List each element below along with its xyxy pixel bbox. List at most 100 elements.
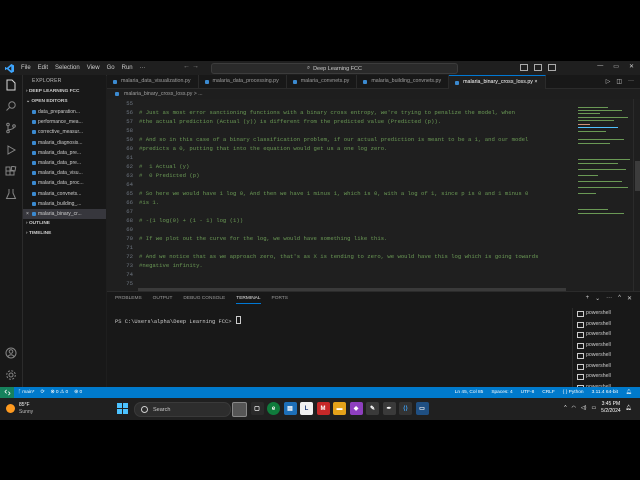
breadcrumb[interactable]: malaria_binary_cross_loss.py > ... [107, 89, 203, 99]
testing-icon[interactable] [5, 188, 17, 200]
workspace-section[interactable]: › DEEP LEARNING FCC [23, 87, 106, 97]
pen-tool-icon[interactable]: ✒ [382, 402, 396, 415]
split-editor-icon[interactable]: ◫ [616, 78, 622, 85]
menu-selection[interactable]: Selection [55, 65, 80, 71]
edge-browser-icon[interactable]: e [267, 402, 280, 415]
menu-more[interactable]: ··· [140, 65, 146, 71]
toggle-sidebar-icon[interactable] [520, 64, 528, 71]
timeline-section[interactable]: › TIMELINE [23, 229, 106, 239]
start-button-icon[interactable] [117, 403, 128, 414]
chevron-up-icon[interactable]: ^ [564, 405, 566, 411]
notification-bell-icon[interactable]: 🔔︎ [626, 405, 632, 411]
tab-malaria-data-processing[interactable]: malaria_data_processing.py [199, 75, 287, 88]
more-actions-icon[interactable]: ··· [606, 295, 612, 302]
close-tab-icon[interactable]: × [534, 79, 537, 85]
minimap[interactable] [575, 99, 633, 291]
end-of-line[interactable]: CRLF [542, 387, 555, 398]
file-explorer-icon[interactable]: ▬ [333, 402, 346, 415]
open-editor-item[interactable]: performance_mea... [23, 117, 106, 127]
tab-terminal[interactable]: TERMINAL [236, 296, 261, 304]
maximize-icon[interactable]: ▭ [613, 63, 619, 70]
purple-app-icon[interactable]: ◆ [349, 402, 363, 415]
maximize-panel-icon[interactable]: ^ [618, 295, 621, 302]
toggle-secondary-sidebar-icon[interactable] [548, 64, 556, 71]
terminal-instance[interactable]: powershell [577, 340, 611, 351]
settings-gear-icon[interactable] [5, 369, 17, 381]
search-icon[interactable] [5, 100, 17, 112]
wifi-icon[interactable]: ◠ [572, 405, 576, 411]
notifications-bell-icon[interactable]: 🔔︎ [626, 387, 632, 398]
open-editor-item[interactable]: malaria_data_pre... [23, 158, 106, 168]
pen-app-icon[interactable]: ✎ [366, 402, 379, 415]
open-editor-item[interactable]: malaria_convnets... [23, 189, 106, 199]
open-editor-item[interactable]: malaria_data_pre... [23, 148, 106, 158]
back-arrow-icon[interactable]: ← [183, 63, 190, 70]
l-app-icon[interactable]: L [300, 402, 313, 415]
open-editors-section[interactable]: ⌄ OPEN EDITORS [23, 97, 106, 107]
command-center-search[interactable]: ⌕ Deep Learning FCC [211, 63, 458, 74]
indentation[interactable]: Spaces: 4 [491, 387, 512, 398]
mcafee-icon[interactable]: M [316, 402, 330, 415]
run-python-icon[interactable]: ▷ [606, 78, 611, 85]
code-editor[interactable]: 55 56 # Just as most error sanctioning fu… [107, 99, 575, 291]
tab-malaria-binary-cross-loss[interactable]: malaria_binary_cross_loss.py × [449, 75, 546, 89]
tab-malaria-data-visualization[interactable]: malaria_data_visualization.py [107, 75, 199, 88]
tab-problems[interactable]: PROBLEMS [115, 296, 142, 304]
forward-arrow-icon[interactable]: → [192, 63, 199, 70]
terminal-instance[interactable]: powershell [577, 319, 611, 330]
tab-debug-console[interactable]: DEBUG CONSOLE [183, 296, 225, 304]
chevron-down-icon[interactable]: ⌄ [595, 295, 600, 302]
more-actions-icon[interactable]: ··· [628, 78, 634, 85]
encoding[interactable]: UTF-8 [521, 387, 535, 398]
ports-status[interactable]: ⊛ 0 [74, 387, 82, 398]
cursor-position[interactable]: Ln 45, Col 85 [455, 387, 484, 398]
close-editor-icon[interactable]: × [26, 209, 29, 219]
open-editor-item[interactable]: malaria_diagnosis... [23, 138, 106, 148]
language-mode[interactable]: { } Python [563, 387, 584, 398]
scrollbar-thumb[interactable] [635, 161, 640, 191]
python-interpreter[interactable]: 3.11.4 64-bit [592, 387, 618, 398]
branch-status[interactable]: ᚴ main* [18, 387, 34, 398]
menu-file[interactable]: File [21, 65, 31, 71]
extensions-icon[interactable] [5, 166, 17, 178]
sync-icon[interactable]: ⟳ [40, 387, 44, 398]
tab-ports[interactable]: PORTS [272, 296, 288, 304]
remote-indicator-icon[interactable] [0, 387, 14, 398]
menu-go[interactable]: Go [107, 65, 115, 71]
open-editor-item-active[interactable]: × malaria_binary_cr... [23, 208, 106, 220]
volume-icon[interactable]: ◁) [581, 405, 587, 411]
open-editor-item[interactable]: malaria_building_... [23, 199, 106, 209]
weather-widget[interactable]: 85°F Sunny [6, 402, 33, 415]
minimize-icon[interactable]: — [597, 63, 603, 70]
tab-malaria-building-convnets[interactable]: malaria_building_convnets.py [357, 75, 450, 88]
tab-malaria-convnets[interactable]: malaria_convnets.py [287, 75, 358, 88]
outline-section[interactable]: › OUTLINE [23, 219, 106, 229]
run-debug-icon[interactable] [5, 144, 17, 156]
terminal-instance[interactable]: powershell [577, 371, 611, 382]
toggle-panel-icon[interactable] [534, 64, 542, 71]
battery-icon[interactable]: ▭ [591, 405, 596, 411]
terminal-output[interactable]: PS C:\Users\alpha\Deep Learning FCC> [115, 316, 241, 325]
terminal-instance[interactable]: powershell [577, 361, 611, 372]
source-control-icon[interactable] [5, 122, 17, 134]
vertical-scrollbar[interactable] [633, 99, 640, 291]
open-editor-item[interactable]: corrective_measur... [23, 127, 106, 137]
open-editor-item[interactable]: malaria_data_visu... [23, 168, 106, 178]
photo-app-icon[interactable] [232, 402, 247, 417]
terminal-instance[interactable]: powershell [577, 308, 611, 319]
terminal-instance[interactable]: powershell [577, 350, 611, 361]
menu-view[interactable]: View [87, 65, 100, 71]
terminal-instance[interactable]: powershell [577, 329, 611, 340]
open-editor-item[interactable]: data_preparation... [23, 107, 106, 117]
store-icon[interactable]: ▤ [283, 402, 297, 415]
clock[interactable]: 3:45 PM 5/2/2024 [601, 401, 620, 415]
open-editor-item[interactable]: malaria_data_proc... [23, 178, 106, 188]
tab-output[interactable]: OUTPUT [153, 296, 173, 304]
problems-status[interactable]: ⊗ 0 ⚠ 0 [51, 387, 69, 398]
new-terminal-icon[interactable]: + [586, 295, 590, 302]
task-view-icon[interactable]: ▢ [250, 402, 264, 415]
menu-edit[interactable]: Edit [38, 65, 48, 71]
close-panel-icon[interactable]: ✕ [627, 295, 632, 302]
terminal-taskbar-icon[interactable]: ▭ [415, 402, 429, 415]
menu-run[interactable]: Run [122, 65, 133, 71]
